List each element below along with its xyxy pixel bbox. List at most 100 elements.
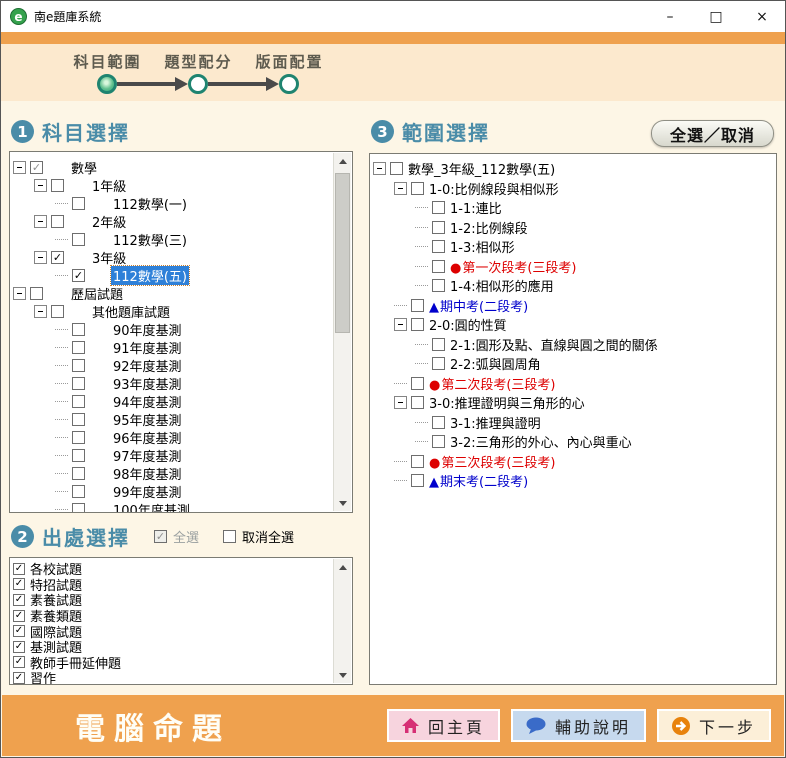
tree-checkbox[interactable] [72, 485, 85, 498]
tree-item[interactable]: ●第二次段考(三段考) [373, 374, 776, 394]
collapse-icon[interactable] [34, 215, 47, 228]
tree-item[interactable]: 2-0:圓的性質 [373, 315, 776, 335]
range-tree[interactable]: 數學_3年級_112數學(五)1-0:比例線段與相似形1-1:連比1-2:比例線… [370, 154, 776, 684]
tree-label[interactable]: ●第一次段考(三段考) [448, 257, 579, 276]
minimize-button[interactable]: – [647, 1, 693, 32]
tree-item[interactable]: 1-3:相似形 [373, 237, 776, 257]
tree-label[interactable]: 92年度基測 [111, 356, 184, 375]
tree-label[interactable]: ●第三次段考(三段考) [427, 452, 558, 471]
tree-checkbox[interactable] [72, 413, 85, 426]
tree-item[interactable]: 92年度基測 [13, 356, 352, 374]
tree-item[interactable]: ▲期中考(二段考) [373, 296, 776, 316]
tree-checkbox[interactable] [72, 197, 85, 210]
tree-label[interactable]: 90年度基測 [111, 320, 184, 339]
source-checkbox[interactable] [13, 563, 25, 575]
tree-label[interactable]: 1年級 [90, 176, 128, 195]
deselect-all-option[interactable]: 取消全選 [223, 527, 294, 546]
source-checkbox[interactable] [13, 594, 25, 606]
tree-checkbox[interactable] [411, 299, 424, 312]
collapse-icon[interactable] [13, 161, 26, 174]
tree-checkbox[interactable] [72, 467, 85, 480]
tree-checkbox[interactable] [72, 431, 85, 444]
tree-item[interactable]: 3年級 [13, 248, 352, 266]
tree-label[interactable]: 3年級 [90, 248, 128, 267]
tree-label[interactable]: 91年度基測 [111, 338, 184, 357]
tree-checkbox[interactable] [51, 179, 64, 192]
maximize-button[interactable]: □ [693, 1, 739, 32]
tree-label[interactable]: 3-0:推理證明與三角形的心 [427, 393, 587, 412]
scroll-up-icon[interactable] [334, 559, 351, 575]
tree-label[interactable]: 其他題庫試題 [90, 302, 172, 321]
tree-checkbox[interactable] [432, 279, 445, 292]
tree-checkbox[interactable] [411, 474, 424, 487]
tree-label[interactable]: 3-1:推理與證明 [448, 413, 543, 432]
tree-item[interactable]: 96年度基測 [13, 428, 352, 446]
tree-item[interactable]: 93年度基測 [13, 374, 352, 392]
tree-item[interactable]: 90年度基測 [13, 320, 352, 338]
tree-label[interactable]: ▲期中考(二段考) [427, 296, 530, 315]
tree-checkbox[interactable] [51, 251, 64, 264]
scrollbar-thumb[interactable] [335, 173, 350, 333]
collapse-icon[interactable] [34, 305, 47, 318]
tree-label[interactable]: 2-2:弧與圓周角 [448, 354, 543, 373]
close-button[interactable]: × [739, 1, 785, 32]
tree-item[interactable]: 1-1:連比 [373, 198, 776, 218]
tree-label[interactable]: 96年度基測 [111, 428, 184, 447]
tree-label[interactable]: 1-1:連比 [448, 198, 504, 217]
collapse-icon[interactable] [34, 179, 47, 192]
help-button[interactable]: 輔助說明 [511, 709, 646, 742]
tree-checkbox[interactable] [72, 503, 85, 514]
scroll-up-icon[interactable] [334, 153, 351, 169]
tree-label[interactable]: 1-0:比例線段與相似形 [427, 179, 561, 198]
tree-item[interactable]: 數學_3年級_112數學(五) [373, 159, 776, 179]
tree-label[interactable]: 1-2:比例線段 [448, 218, 530, 237]
tree-label[interactable]: 98年度基測 [111, 464, 184, 483]
tree-label[interactable]: 3-2:三角形的外心、內心與重心 [448, 432, 634, 451]
list-item[interactable]: 習作 [13, 670, 352, 685]
tree-item[interactable]: 其他題庫試題 [13, 302, 352, 320]
tree-item[interactable]: 100年度基測 [13, 500, 352, 513]
tree-checkbox[interactable] [411, 396, 424, 409]
tree-label[interactable]: 99年度基測 [111, 482, 184, 501]
tree-item[interactable]: ●第一次段考(三段考) [373, 257, 776, 277]
tree-item[interactable]: 112數學(一) [13, 194, 352, 212]
tree-item[interactable]: 112數學(五) [13, 266, 352, 284]
source-checkbox[interactable] [13, 672, 25, 684]
tree-label[interactable]: 數學_3年級_112數學(五) [406, 159, 557, 178]
select-all-option[interactable]: 全選 [154, 527, 199, 546]
tree-checkbox[interactable] [72, 359, 85, 372]
tree-label[interactable]: 歷屆試題 [69, 284, 125, 303]
collapse-icon[interactable] [13, 287, 26, 300]
source-checkbox[interactable] [13, 641, 25, 653]
scroll-down-icon[interactable] [334, 495, 351, 511]
tree-item[interactable]: 1-4:相似形的應用 [373, 276, 776, 296]
tree-item[interactable]: 1年級 [13, 176, 352, 194]
tree-item[interactable]: 2-2:弧與圓周角 [373, 354, 776, 374]
tree-checkbox[interactable] [51, 215, 64, 228]
tree-label[interactable]: 數學 [69, 158, 99, 177]
tree-item[interactable]: 數學 [13, 158, 352, 176]
tree-checkbox[interactable] [432, 201, 445, 214]
tree-item[interactable]: 3-0:推理證明與三角形的心 [373, 393, 776, 413]
tree-item[interactable]: 3-2:三角形的外心、內心與重心 [373, 432, 776, 452]
tree-checkbox[interactable] [72, 269, 85, 282]
source-checkbox[interactable] [13, 625, 25, 637]
tree-checkbox[interactable] [51, 305, 64, 318]
home-button[interactable]: 回主頁 [387, 709, 500, 742]
tree-label[interactable]: 1-4:相似形的應用 [448, 276, 556, 295]
tree-label[interactable]: 97年度基測 [111, 446, 184, 465]
tree-checkbox[interactable] [72, 341, 85, 354]
subject-tree-scrollbar[interactable] [333, 153, 351, 511]
tree-label[interactable]: 112數學(五) [111, 266, 189, 285]
tree-checkbox[interactable] [432, 260, 445, 273]
tree-item[interactable]: 91年度基測 [13, 338, 352, 356]
tree-item[interactable]: ●第三次段考(三段考) [373, 452, 776, 472]
tree-item[interactable]: 1-2:比例線段 [373, 218, 776, 238]
tree-checkbox[interactable] [72, 395, 85, 408]
list-item[interactable]: 教師手冊延伸題 [13, 655, 352, 671]
tree-checkbox[interactable] [432, 221, 445, 234]
sources-scrollbar[interactable] [333, 559, 351, 683]
tree-checkbox[interactable] [411, 182, 424, 195]
sources-list[interactable]: 各校試題特招試題素養試題素養類題國際試題基測試題教師手冊延伸題習作 [10, 558, 352, 684]
tree-checkbox[interactable] [432, 357, 445, 370]
